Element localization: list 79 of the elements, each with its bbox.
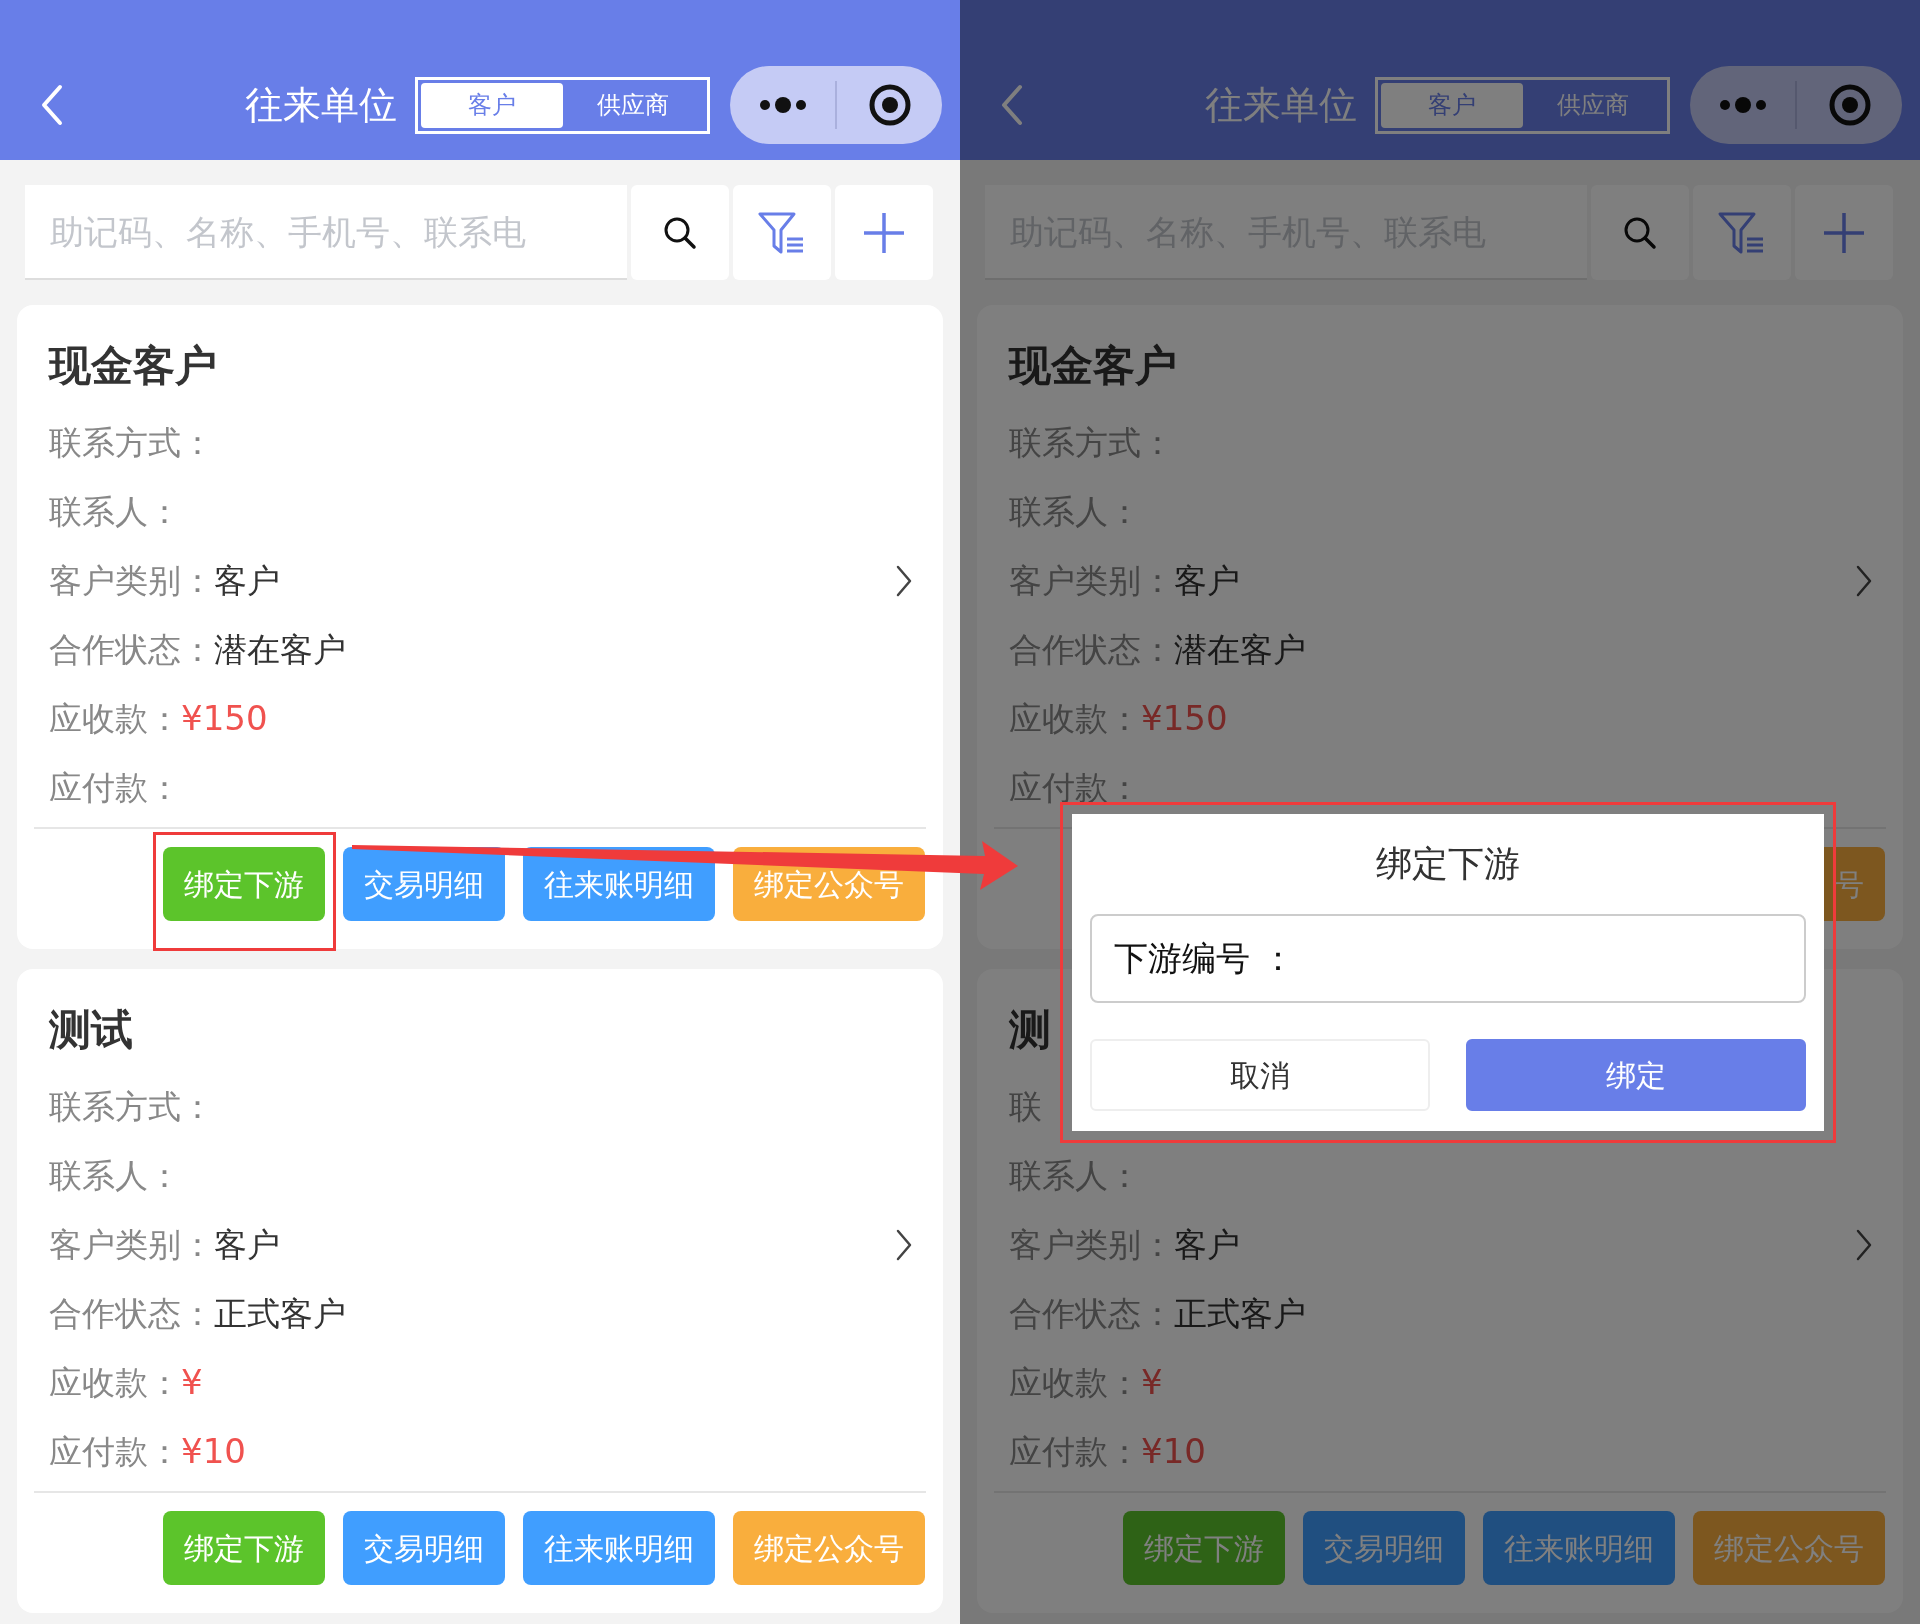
input-field[interactable]: 下游编号 ： <box>1090 914 1806 1003</box>
field-label: 联系方式： <box>1009 421 1174 464</box>
tab[interactable]: 供应商 <box>562 82 704 128</box>
action-button[interactable]: 绑定下游 <box>163 1511 325 1585</box>
field-label: 客户类别： <box>49 1223 214 1266</box>
action-button[interactable]: 往来账明细 <box>523 1511 715 1585</box>
filter-button[interactable] <box>1693 185 1791 280</box>
field-label: 客户类别： <box>1009 1223 1174 1266</box>
search-button[interactable] <box>631 185 729 280</box>
field-label: 应收款： <box>1009 1361 1141 1404</box>
field-label: 合作状态： <box>49 628 214 671</box>
customer-name: 测 <box>1008 1004 1052 1056</box>
back-icon[interactable] <box>1000 84 1024 126</box>
field-label: 合作状态： <box>1009 1292 1174 1335</box>
chevron-right-icon[interactable] <box>1855 1227 1873 1262</box>
more-icon[interactable] <box>757 95 808 115</box>
field-value: 潜在客户 <box>214 628 346 671</box>
chevron-right-icon[interactable] <box>1855 563 1873 598</box>
field-label: 联系人： <box>1009 1154 1141 1197</box>
chevron-right-icon[interactable] <box>895 563 913 598</box>
customer-name: 测试 <box>48 1004 134 1056</box>
field-value: 客户 <box>214 1223 280 1266</box>
amount-value: ¥10 <box>1141 1430 1206 1473</box>
customer-name: 现金客户 <box>1007 340 1178 392</box>
amount-value: ¥10 <box>181 1430 246 1473</box>
plus-icon <box>862 210 906 255</box>
tab[interactable]: 客户 <box>1381 82 1523 128</box>
field-value: 客户 <box>1174 559 1240 602</box>
search-icon <box>663 215 697 250</box>
action-button[interactable]: 绑定下游 <box>163 847 325 921</box>
action-button[interactable]: 往来账明细 <box>1483 1511 1675 1585</box>
field-value: 客户 <box>214 559 280 602</box>
cancel-button[interactable]: 取消 <box>1090 1039 1430 1111</box>
field-label: 客户类别： <box>49 559 214 602</box>
dialog-title: 绑定下游 <box>1375 842 1521 886</box>
field-value: 潜在客户 <box>1174 628 1306 671</box>
target-icon[interactable] <box>867 83 912 127</box>
action-button[interactable]: 交易明细 <box>343 1511 505 1585</box>
field-label: 应收款： <box>49 1361 181 1404</box>
amount-value: ¥150 <box>181 697 268 740</box>
field-label: 应付款： <box>49 766 181 809</box>
action-button[interactable]: 绑定下游 <box>1123 1511 1285 1585</box>
field-label: 应付款： <box>1009 766 1141 809</box>
search-field[interactable]: 助记码、名称、手机号、联系电 <box>25 185 627 280</box>
chevron-right-icon[interactable] <box>895 1227 913 1262</box>
field-value: 正式客户 <box>1174 1292 1306 1335</box>
field-label: 客户类别： <box>1009 559 1174 602</box>
add-button[interactable] <box>835 185 933 280</box>
customer-name: 现金客户 <box>47 340 218 392</box>
field-label: 应付款： <box>1009 1430 1141 1473</box>
amount-value: ¥ <box>1141 1361 1163 1404</box>
field-label: 联系人： <box>1009 490 1141 533</box>
field-label: 联系方式： <box>49 421 214 464</box>
amount-value: ¥150 <box>1141 697 1228 740</box>
page-title: 往来单位 <box>245 81 397 129</box>
action-button[interactable]: 绑定公众号 <box>733 1511 925 1585</box>
field-label: 合作状态： <box>1009 628 1174 671</box>
action-button[interactable]: 绑定公众号 <box>1693 1511 1885 1585</box>
confirm-button[interactable]: 绑定 <box>1466 1039 1806 1111</box>
field-label: 联系方式： <box>49 1085 214 1128</box>
tab[interactable]: 供应商 <box>1522 82 1664 128</box>
page-title: 往来单位 <box>1205 81 1357 129</box>
plus-icon <box>1822 210 1866 255</box>
action-button[interactable]: 交易明细 <box>1303 1511 1465 1585</box>
action-button[interactable]: 交易明细 <box>343 847 505 921</box>
back-icon[interactable] <box>40 84 64 126</box>
field-label: 联 <box>1009 1085 1042 1128</box>
field-value: 正式客户 <box>214 1292 346 1335</box>
field-label: 应收款： <box>49 697 181 740</box>
field-label: 应收款： <box>1009 697 1141 740</box>
amount-value: ¥ <box>181 1361 203 1404</box>
field-label: 合作状态： <box>49 1292 214 1335</box>
field-label: 联系人： <box>49 1154 181 1197</box>
tab[interactable]: 客户 <box>421 82 563 128</box>
search-icon <box>1623 215 1657 250</box>
field-label: 应付款： <box>49 1430 181 1473</box>
field-label: 联系人： <box>49 490 181 533</box>
field-value: 客户 <box>1174 1223 1240 1266</box>
filter-button[interactable] <box>733 185 831 280</box>
